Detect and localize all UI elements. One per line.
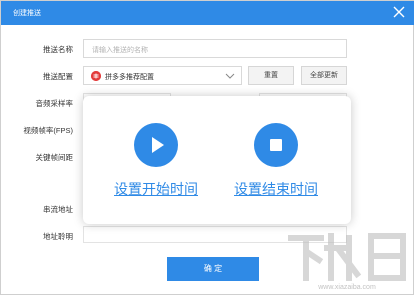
stream-url-label: 串流地址 (43, 205, 73, 214)
dialog-title: 创建推送 (13, 10, 41, 17)
reset-button[interactable]: 重置 (248, 66, 294, 85)
set-end-time-group[interactable]: 设置结束时间 (216, 123, 336, 199)
sample-rate-label: 音频采样率 (35, 99, 74, 108)
push-config-label: 推送配置 (43, 72, 73, 81)
chevron-down-icon (225, 72, 235, 80)
push-config-select[interactable]: 拼多多推荐配置 (83, 66, 242, 85)
push-name-input[interactable]: 请输入推送的名称 (83, 39, 347, 58)
set-start-time-link[interactable]: 设置开始时间 (96, 179, 216, 199)
close-icon[interactable] (391, 4, 407, 20)
fps-label: 视频帧率(FPS) (23, 126, 73, 135)
push-config-value: 拼多多推荐配置 (105, 74, 154, 81)
play-icon[interactable] (134, 123, 178, 167)
svg-text:www.xiazaiba.com: www.xiazaiba.com (317, 284, 376, 291)
push-name-placeholder: 请输入推送的名称 (92, 47, 148, 54)
push-name-label: 推送名称 (43, 45, 73, 54)
update-all-button[interactable]: 全部更新 (301, 66, 347, 85)
time-setting-popup: 设置开始时间 设置结束时间 (83, 96, 351, 224)
watermark-logo: www.xiazaiba.com (287, 228, 409, 292)
address-note-label: 地址聆明 (43, 232, 73, 241)
set-start-time-group[interactable]: 设置开始时间 (96, 123, 216, 199)
create-push-dialog: 创建推送 推送名称 请输入推送的名称 推送配置 拼多多推荐配置 重置 全部更新 … (0, 0, 414, 295)
stop-icon[interactable] (254, 123, 298, 167)
keyframe-label: 关键帧间距 (35, 153, 74, 162)
set-end-time-link[interactable]: 设置结束时间 (216, 179, 336, 199)
confirm-button[interactable]: 确 定 (167, 257, 259, 281)
title-bar: 创建推送 (1, 1, 414, 25)
pdd-logo-icon (91, 71, 101, 81)
